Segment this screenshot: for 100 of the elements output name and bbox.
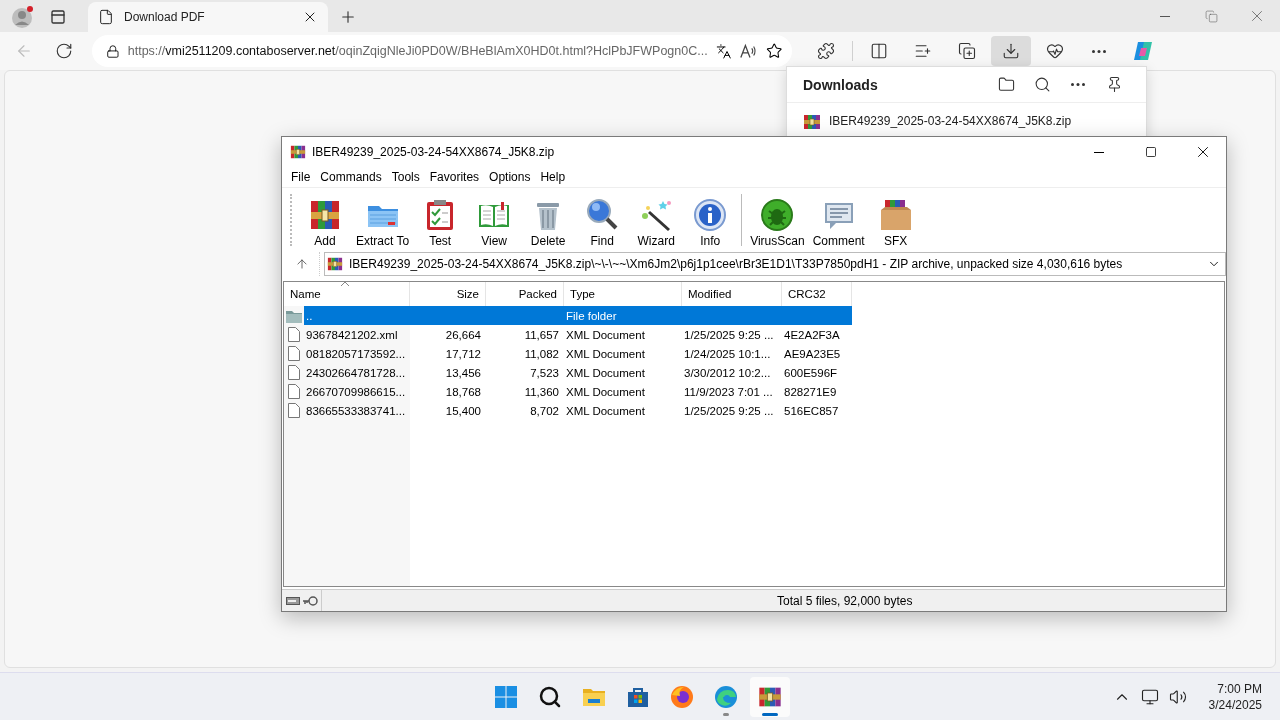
- favorites-icon: [914, 42, 932, 60]
- table-cell: XML Document: [566, 366, 645, 379]
- copilot-icon: [1132, 40, 1154, 62]
- table-cell: 18,768: [445, 385, 481, 398]
- toolbar-button[interactable]: Test: [413, 191, 468, 248]
- split-screen-icon: [870, 42, 888, 60]
- magnifier-icon: [585, 197, 620, 232]
- table-cell: XML Document: [566, 328, 645, 341]
- download-icon: [1002, 42, 1020, 60]
- table-cell: 516EC857: [784, 404, 839, 417]
- url-scheme: https://: [127, 44, 166, 58]
- windows-logo-icon: [494, 684, 518, 709]
- table-cell: 93678421202.xml: [306, 328, 398, 341]
- lock-icon: [106, 43, 120, 59]
- document-icon: [288, 327, 300, 342]
- drive-icon: [286, 596, 300, 605]
- address-bar[interactable]: https://vmi2511209.contaboserver.net/oqinZqigNleJi0PD0W/BHeBlAmX0HD0t.html?HclPbJFWPogn0C...: [92, 35, 792, 67]
- network-icon[interactable]: [1140, 687, 1159, 706]
- toolbar-button[interactable]: Find: [575, 191, 630, 248]
- running-indicator: [762, 712, 778, 716]
- table-cell: 11,082: [524, 347, 559, 360]
- table-cell: 4E2A2F3A: [784, 328, 840, 341]
- menu-item[interactable]: File: [286, 170, 316, 184]
- toolbar-button[interactable]: VirusScan: [746, 191, 809, 248]
- table-cell: 83665533383741...: [306, 404, 406, 417]
- table-cell: 26,664: [445, 328, 481, 341]
- tab-actions-icon: [50, 9, 66, 25]
- table-cell: 600E596F: [784, 366, 838, 379]
- menu-item[interactable]: Favorites: [424, 170, 485, 184]
- document-icon: [288, 346, 300, 361]
- path-field[interactable]: IBER49239_2025-03-24-54XX8674_J5K8.zip\~\-\~~\Xm6Jm2\p6j1p1cee\rBr3E1D1\T33P7850pdH1 - ZIP archive, unpacked size 4,030,616 bytes: [324, 252, 1226, 276]
- table-cell: 11/9/2023 7:01 ...: [684, 385, 773, 398]
- table-cell: 7,523: [530, 366, 559, 379]
- refresh-icon: [55, 42, 73, 60]
- minimize-icon: [1094, 151, 1104, 153]
- volume-icon[interactable]: [1168, 687, 1187, 706]
- table-cell: 1/25/2025 9:25 ...: [684, 328, 774, 341]
- menu-item[interactable]: Help: [535, 170, 571, 184]
- browser-tab[interactable]: Download PDF: [88, 2, 328, 32]
- page-icon: [98, 9, 114, 25]
- app-icon: [290, 144, 306, 160]
- table-cell: 11,657: [524, 328, 559, 341]
- toolbar-button[interactable]: Delete: [521, 191, 576, 248]
- table-cell: AE9A23E5: [784, 347, 841, 360]
- translate-icon[interactable]: [715, 42, 732, 60]
- table-cell: 24302664781728...: [306, 366, 406, 379]
- wave-globe-icon: [714, 684, 738, 709]
- toolbar-button[interactable]: View: [467, 191, 522, 248]
- minimize-icon: [1160, 15, 1170, 17]
- info-icon: [693, 197, 728, 232]
- table-cell: 1/25/2025 9:25 ...: [684, 404, 774, 417]
- toolbar-button[interactable]: Extract To: [352, 191, 414, 248]
- file-row[interactable]: 83665533383741... 15,400 8,702 XML Document 1/25/2025 9:25 ... 516EC857: [304, 401, 852, 420]
- table-cell: File folder: [566, 309, 617, 322]
- toolbar-button[interactable]: Info: [683, 191, 738, 248]
- window-title: IBER49239_2025-03-24-54XX8674_J5K8.zip: [312, 145, 556, 159]
- toolbar-button[interactable]: SFX: [868, 191, 923, 248]
- fox-globe-icon: [670, 684, 694, 709]
- file-row[interactable]: 93678421202.xml 26,664 11,657 XML Document 1/25/2025 9:25 ... 4E2A2F3A: [304, 325, 852, 344]
- menu-item[interactable]: Commands: [315, 170, 387, 184]
- taskbar-app[interactable]: [750, 676, 790, 717]
- bug-icon: [760, 197, 795, 232]
- file-row[interactable]: 08182057173592... 17,712 11,082 XML Document 1/24/2025 10:1... AE9A23E5: [304, 344, 852, 363]
- maximize-icon: [1145, 146, 1157, 158]
- table-cell: 15,400: [445, 404, 481, 417]
- url-path: /oqinZqigNleJi0PD0W/BHeBlAmX0HD0t.html?HclPbJFWPogn0C...: [335, 44, 708, 58]
- table-cell: 828271E9: [784, 385, 837, 398]
- puzzle-icon: [817, 42, 835, 60]
- archive-icon: [803, 113, 821, 131]
- url-host: vmi2511209.contaboserver.net: [165, 44, 336, 58]
- read-aloud-icon[interactable]: [739, 42, 758, 60]
- menu-item[interactable]: Options: [484, 170, 536, 184]
- search-icon: [1033, 76, 1051, 93]
- table-cell: 3/30/2012 10:2...: [684, 366, 771, 379]
- file-row[interactable]: 24302664781728... 13,456 7,523 XML Document 3/30/2012 10:2... 600E596F: [304, 363, 852, 382]
- box-icon: [878, 197, 913, 232]
- table-cell: ..: [306, 309, 313, 322]
- toolbar-button[interactable]: Comment: [808, 191, 869, 248]
- archive-icon: [327, 256, 343, 272]
- heart-pulse-icon: [1046, 42, 1064, 60]
- more-icon: [1071, 83, 1085, 86]
- plus-icon: [339, 8, 357, 26]
- menu-item[interactable]: Tools: [386, 170, 425, 184]
- clock-date: 3/24/2025: [1208, 696, 1262, 713]
- running-indicator: [723, 712, 729, 716]
- table-cell: 08182057173592...: [306, 347, 406, 360]
- collections-icon: [958, 42, 976, 60]
- panel-title: Downloads: [803, 76, 879, 93]
- avatar-icon: [11, 5, 35, 29]
- file-row[interactable]: .. File folder: [304, 306, 852, 325]
- toolbar-button[interactable]: Add: [298, 191, 352, 248]
- favorite-star-icon[interactable]: [765, 42, 782, 60]
- table-cell: 1/24/2025 10:1...: [684, 347, 771, 360]
- folder-icon: [997, 76, 1015, 93]
- toolbar-button[interactable]: Wizard: [629, 191, 684, 248]
- download-file-name: IBER49239_2025-03-24-54XX8674_J5K8.zip: [829, 113, 1072, 129]
- search-icon: [538, 684, 562, 709]
- file-row[interactable]: 26670709986615... 18,768 11,360 XML Document 11/9/2023 7:01 ... 828271E9: [304, 382, 852, 401]
- table-cell: 8,702: [530, 404, 559, 417]
- table-cell: 13,456: [445, 366, 481, 379]
